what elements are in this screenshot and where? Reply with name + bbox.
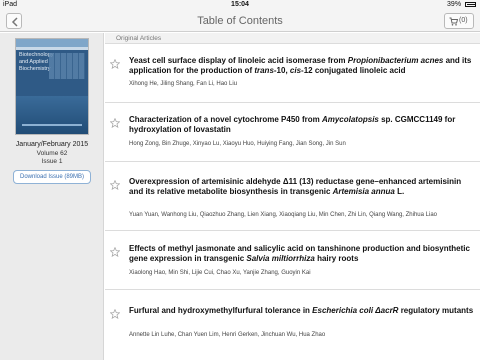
- battery-status: 39%: [447, 0, 476, 10]
- clock: 15:04: [231, 1, 249, 8]
- article-authors: Xihong He, Jiling Shang, Fan Li, Hao Liu: [129, 81, 238, 87]
- star-icon[interactable]: [110, 309, 120, 319]
- article-authors: Xiaolong Hao, Min Shi, Lijie Cui, Chao X…: [129, 270, 311, 276]
- battery-icon: [465, 1, 476, 7]
- article-item[interactable]: Furfural and hydroxymethylfurfural toler…: [105, 290, 480, 360]
- star-icon[interactable]: [110, 118, 120, 128]
- article-title[interactable]: Overexpression of artemisinic aldehyde Δ…: [129, 177, 474, 197]
- navigation-bar: Table of Contents (0): [0, 10, 480, 32]
- cart-count: (0): [459, 17, 468, 24]
- battery-percent: 39%: [447, 1, 462, 8]
- article-title[interactable]: Furfural and hydroxymethylfurfural toler…: [129, 306, 474, 316]
- star-icon[interactable]: [110, 59, 120, 69]
- journal-cover[interactable]: Biotechnology and Applied Biochemistry: [15, 38, 89, 135]
- article-item[interactable]: Yeast cell surface display of linoleic a…: [105, 45, 480, 103]
- star-icon[interactable]: [110, 247, 120, 257]
- cart-button[interactable]: (0): [444, 13, 474, 29]
- cover-band: [16, 39, 88, 47]
- status-bar: iPad 15:04 39%: [0, 0, 480, 10]
- issue-volume: Volume 62: [36, 150, 68, 157]
- table-of-contents: Original Articles Yeast cell surface dis…: [105, 33, 480, 360]
- article-authors: Yuan Yuan, Wanhong Liu, Qiaozhuo Zhang, …: [129, 212, 437, 218]
- article-authors: Hong Zong, Bin Zhuge, Xinyao Lu, Xiaoyu …: [129, 141, 346, 147]
- article-item[interactable]: Characterization of a novel cytochrome P…: [105, 103, 480, 162]
- article-authors: Annette Lin Luhe, Chan Yuen Lim, Henri G…: [129, 332, 326, 338]
- article-item[interactable]: Effects of methyl jasmonate and salicyli…: [105, 231, 480, 290]
- issue-number: Issue 1: [41, 158, 63, 165]
- star-icon[interactable]: [110, 180, 120, 190]
- article-title[interactable]: Yeast cell surface display of linoleic a…: [129, 56, 474, 76]
- article-title[interactable]: Effects of methyl jasmonate and salicyli…: [129, 244, 474, 264]
- cover-band-light: [16, 47, 88, 50]
- cover-lower-block: [16, 96, 88, 134]
- download-issue-button[interactable]: Download Issue (89MB): [13, 170, 91, 184]
- article-title[interactable]: Characterization of a novel cytochrome P…: [129, 115, 474, 135]
- issue-date: January/February 2015: [15, 141, 89, 148]
- issue-sidebar: Biotechnology and Applied Biochemistry J…: [0, 33, 104, 360]
- cover-graphic: [49, 53, 85, 79]
- article-item[interactable]: Overexpression of artemisinic aldehyde Δ…: [105, 162, 480, 231]
- section-header: Original Articles: [105, 33, 480, 44]
- cover-stripe: [22, 124, 82, 126]
- cart-icon: [449, 17, 458, 26]
- page-title: Table of Contents: [197, 15, 283, 27]
